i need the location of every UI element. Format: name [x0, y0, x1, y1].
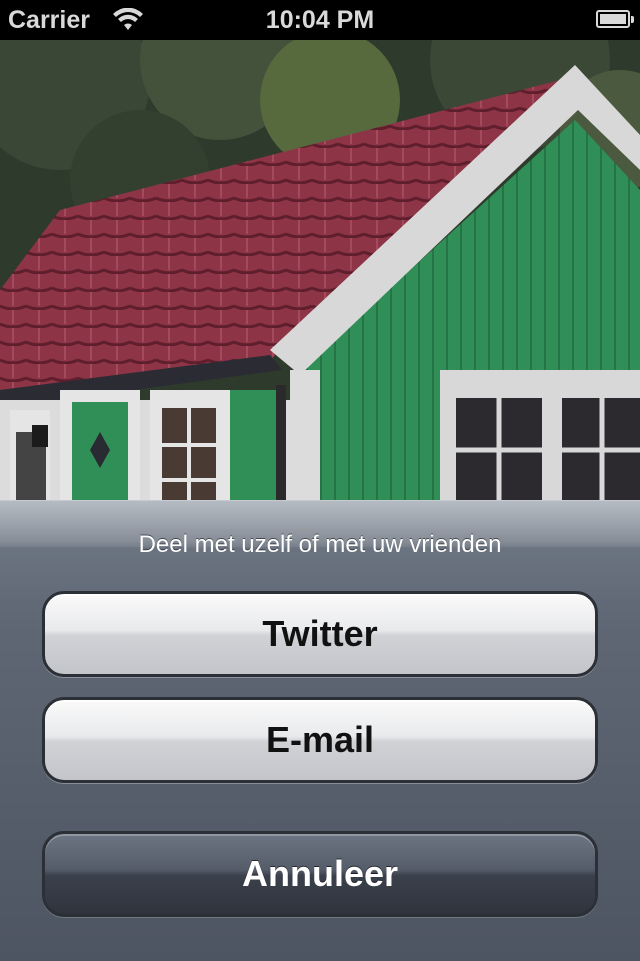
house-photo	[0, 40, 640, 500]
action-sheet-title: Deel met uzelf of met uw vrienden	[138, 531, 502, 558]
action-sheet: Deel met uzelf of met uw vrienden Twitte…	[0, 500, 640, 961]
cancel-button[interactable]: Annuleer	[42, 831, 598, 917]
status-bar: Carrier 10:04 PM	[0, 0, 640, 40]
email-button[interactable]: E-mail	[42, 697, 598, 783]
twitter-button[interactable]: Twitter	[42, 591, 598, 677]
status-time: 10:04 PM	[265, 6, 375, 34]
battery-icon	[596, 10, 634, 28]
